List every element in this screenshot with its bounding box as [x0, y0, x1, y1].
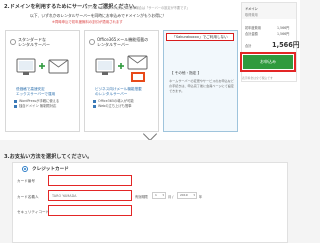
- month-unit: 月 /: [168, 195, 174, 199]
- option-title: スタンダードな レンタルサーバー: [18, 37, 50, 47]
- office365-illustration-icon: [95, 55, 148, 82]
- server-illustration-icon: [16, 58, 69, 75]
- card-number-label: カード番号: [17, 179, 35, 183]
- summary-row-value: 1,566円: [277, 26, 290, 30]
- radio-credit-card[interactable]: [22, 166, 28, 172]
- server-option-card-standard[interactable]: スタンダードな レンタルサーバー 低価格で高速安定 エックスサーバーで運用 Word…: [5, 30, 80, 132]
- radio-office365-server[interactable]: [89, 39, 95, 45]
- expiry-year-select[interactable]: 2019: [177, 192, 197, 199]
- payment-method-label: クレジットカード: [32, 166, 69, 172]
- server-option-card-none[interactable]: 「Sakuraboxxx」でご利用しない 【 その他・指定 】 ネームサーバーの…: [163, 30, 238, 132]
- summary-domain-sub: 取得費用: [245, 13, 258, 17]
- option-description: 低価格で高速安定 エックスサーバーで運用: [16, 87, 56, 96]
- expiry-label: 有効期限: [135, 195, 148, 199]
- card-number-input[interactable]: [48, 175, 132, 186]
- radio-standard-server[interactable]: [10, 39, 16, 45]
- feature-check: 独自ドメイン 無制限対応: [14, 103, 56, 108]
- summary-row-label: 初年度費用: [245, 26, 261, 30]
- year-unit: 年: [199, 195, 203, 199]
- option-section-title: 【 その他・指定 】: [170, 71, 202, 75]
- summary-row-label: 合計金額: [245, 32, 258, 36]
- option-explanation: ネームサーバーの変更やサービスのお申込などの手続きは、申込完了後に会員ページにて…: [169, 79, 234, 93]
- option-description: ビジネス向けメール機能搭載 のレンタルサーバー: [95, 87, 142, 96]
- summary-domain-label: ドメイン: [245, 7, 258, 11]
- section-2-subtitle: ※ドメイン単体での申込をご希望の場合は「サーバーの設定が不要です」: [85, 5, 190, 10]
- feature-check: Webの立ち上げも簡単: [93, 103, 132, 108]
- card-name-input[interactable]: [48, 190, 132, 201]
- total-price: 1,566円: [272, 41, 300, 49]
- card-name-label: カード名義人: [17, 195, 39, 199]
- no-server-badge[interactable]: 「Sakuraboxxx」でご利用しない: [166, 33, 234, 41]
- expiry-month-select[interactable]: 1: [152, 192, 166, 199]
- security-code-label: セキュリティコード: [17, 210, 50, 214]
- apply-button-highlight: お申込み: [240, 52, 296, 72]
- tax-note: 表示料金は全て税込です: [242, 76, 273, 80]
- summary-row-value: 1,566円: [277, 32, 290, 36]
- server-promo-note: ※同時申込で初年度無料の割引が適用されます: [52, 19, 123, 24]
- security-code-input[interactable]: [48, 205, 132, 216]
- apply-button[interactable]: お申込み: [243, 55, 293, 69]
- server-option-card-office365[interactable]: Office365メール機能搭載の レンタルサーバー ビジネス向けメール機能搭載の…: [84, 30, 159, 132]
- option-title: Office365メール機能搭載の レンタルサーバー: [97, 37, 149, 47]
- section-3-title: 3.お支払い方法を選択してください。: [4, 154, 93, 160]
- total-label: 合計: [245, 44, 252, 48]
